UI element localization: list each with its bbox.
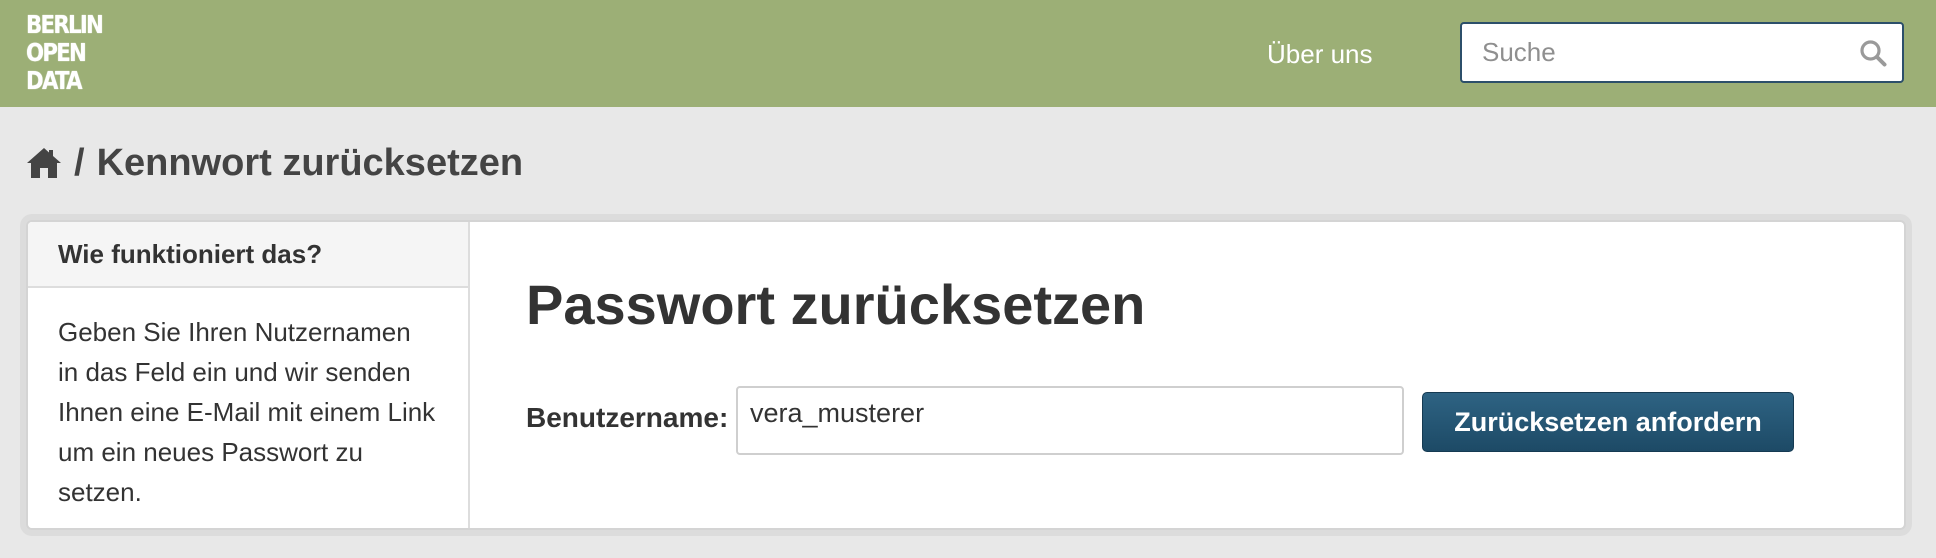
- search-form: [1460, 22, 1904, 83]
- logo-line-3: DATA: [26, 66, 83, 95]
- username-input[interactable]: [736, 386, 1404, 455]
- breadcrumb-separator: /: [74, 141, 85, 184]
- home-icon[interactable]: [26, 146, 62, 180]
- sidebar-help-text: Geben Sie Ihren Nutzernamen in das Feld …: [58, 317, 436, 507]
- breadcrumb: / Kennwort zurücksetzen: [26, 138, 523, 188]
- masthead: BERLIN OPEN DATA Über uns: [0, 0, 1936, 107]
- request-reset-button[interactable]: Zurücksetzen anfordern: [1422, 392, 1794, 452]
- help-sidebar: Wie funktioniert das? Geben Sie Ihren Nu…: [28, 222, 470, 528]
- logo-line-1: BERLIN: [26, 10, 104, 39]
- nav-link-about[interactable]: Über uns: [1267, 38, 1373, 70]
- site-logo[interactable]: BERLIN OPEN DATA: [26, 12, 122, 94]
- page-title: Passwort zurücksetzen: [526, 273, 1146, 336]
- sidebar-heading: Wie funktioniert das?: [28, 222, 468, 288]
- username-label: Benutzername:: [526, 402, 729, 433]
- search-icon[interactable]: [1858, 38, 1888, 68]
- breadcrumb-current[interactable]: Kennwort zurücksetzen: [97, 142, 524, 185]
- logo-line-2: OPEN: [26, 38, 87, 67]
- search-input[interactable]: [1462, 24, 1852, 81]
- reset-form-panel: Passwort zurücksetzen Benutzername: Zurü…: [470, 222, 1904, 528]
- content-wrapper: Wie funktioniert das? Geben Sie Ihren Nu…: [26, 220, 1906, 530]
